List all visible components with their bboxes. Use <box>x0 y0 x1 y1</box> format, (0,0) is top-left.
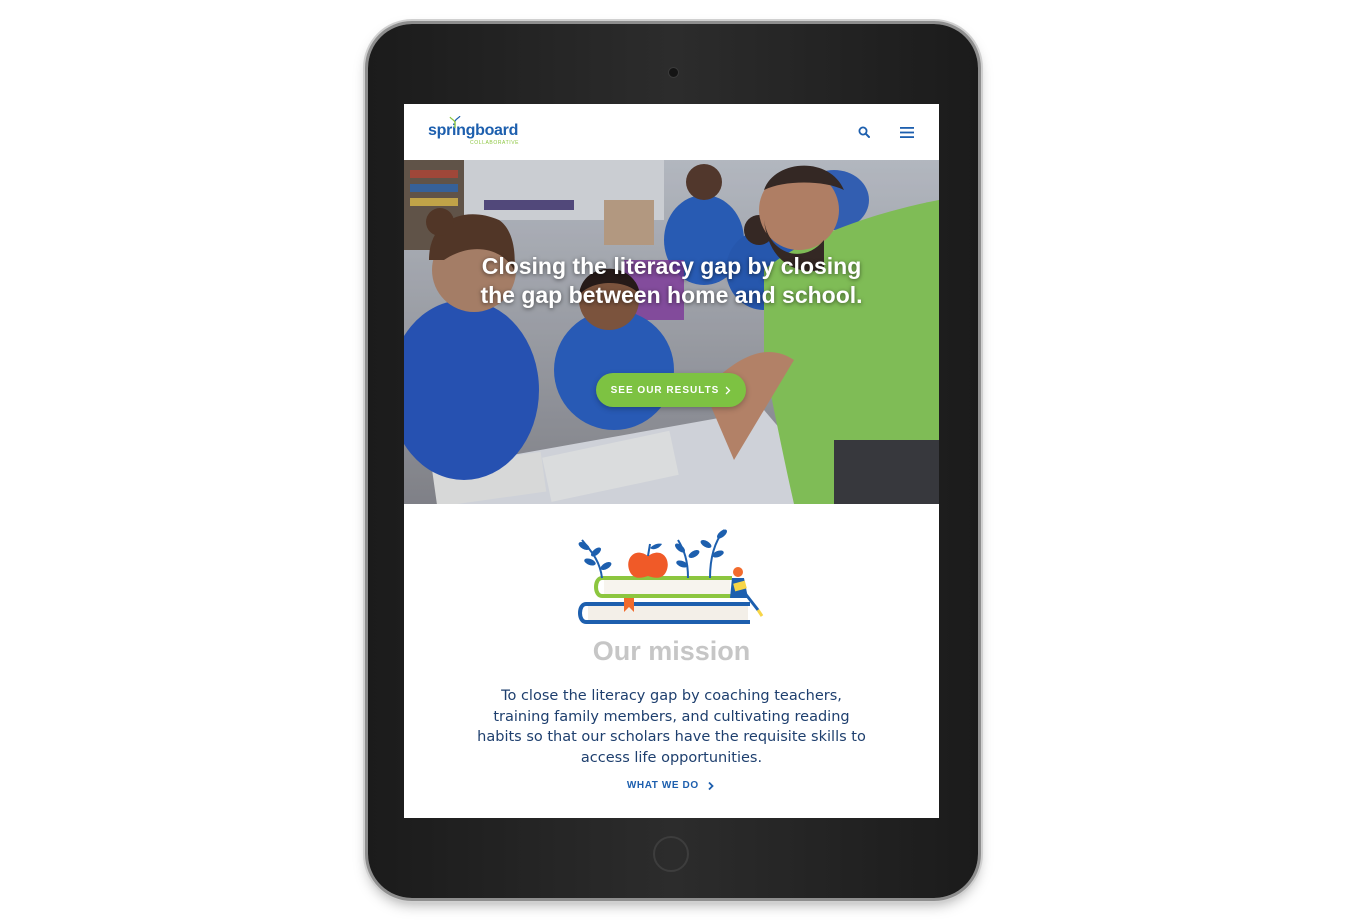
hero-section: Closing the literacy gap by closing the … <box>404 160 939 504</box>
what-we-do-link[interactable]: WHAT WE DO <box>404 780 939 791</box>
mission-text: To close the literacy gap by coaching te… <box>477 688 866 766</box>
logo-wordmark: springboard <box>428 122 519 139</box>
cta-label: SEE OUR RESULTS <box>610 384 720 396</box>
search-icon <box>858 126 870 138</box>
logo-subtitle: COLLABORATIVE <box>470 140 520 146</box>
mission-section: Our mission To close the literacy gap by… <box>404 504 939 818</box>
springboard-logo[interactable]: springboard COLLABORATIVE <box>428 116 519 146</box>
books-apple-plants-illustration <box>578 529 764 624</box>
sprout-icon <box>449 116 461 128</box>
see-our-results-button[interactable]: SEE OUR RESULTS <box>596 373 746 407</box>
mission-heading: Our mission <box>592 636 751 666</box>
hero-title: Closing the literacy gap by closing the … <box>480 253 863 308</box>
site-header: springboard COLLABORATIVE <box>404 104 939 160</box>
menu-button[interactable] <box>896 122 918 142</box>
what-we-do-label: WHAT WE DO <box>626 780 699 791</box>
tablet-frame: springboard COLLABORATIVE Closing the li… <box>368 24 978 898</box>
hero-overlay <box>404 160 939 504</box>
chevron-right-icon <box>725 386 731 394</box>
search-button[interactable] <box>854 122 874 142</box>
hamburger-menu-icon <box>900 126 914 138</box>
tablet-screen: springboard COLLABORATIVE Closing the li… <box>404 104 939 818</box>
home-button[interactable] <box>653 836 689 872</box>
camera-icon <box>668 67 679 78</box>
chevron-right-icon <box>708 781 714 790</box>
